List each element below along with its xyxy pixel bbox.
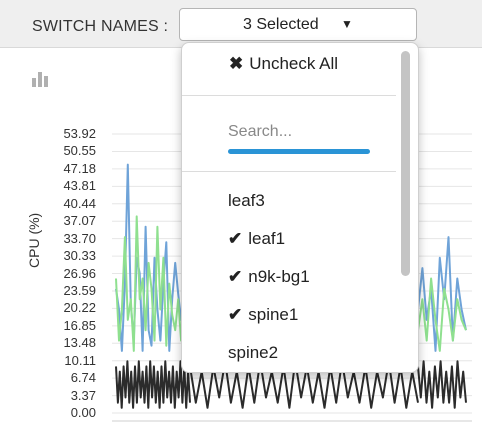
option-label: leaf1 bbox=[248, 229, 286, 248]
search-input[interactable] bbox=[228, 119, 370, 145]
option-label: leaf3 bbox=[228, 191, 265, 210]
option-spine2[interactable]: spine2 bbox=[228, 343, 278, 363]
divider bbox=[182, 95, 396, 96]
dropdown-scrollbar[interactable] bbox=[398, 47, 412, 367]
series-line-black bbox=[417, 360, 467, 409]
divider bbox=[182, 171, 396, 172]
uncheck-all-button[interactable]: ✖ Uncheck All bbox=[229, 54, 338, 74]
uncheck-all-label: Uncheck All bbox=[249, 54, 339, 73]
option-label: n9k-bg1 bbox=[248, 267, 310, 286]
checkmark-icon: ✔ bbox=[228, 305, 243, 324]
search-underline bbox=[228, 149, 370, 154]
option-n9k-bg1[interactable]: ✔ n9k-bg1 bbox=[228, 267, 310, 287]
option-leaf3[interactable]: leaf3 bbox=[228, 191, 265, 211]
option-label: spine2 bbox=[228, 343, 279, 362]
close-icon: ✖ bbox=[229, 54, 244, 73]
checkmark-icon: ✔ bbox=[228, 229, 243, 248]
scrollbar-thumb[interactable] bbox=[401, 51, 410, 276]
option-label: spine1 bbox=[248, 305, 299, 324]
series-line-black bbox=[115, 360, 191, 409]
switch-names-dropdown: ✖ Uncheck All leaf3 ✔ leaf1 ✔ n9k-bg1 ✔ spin… bbox=[181, 42, 419, 373]
option-spine1[interactable]: ✔ spine1 bbox=[228, 305, 298, 325]
option-leaf1[interactable]: ✔ leaf1 bbox=[228, 229, 285, 249]
checkmark-icon: ✔ bbox=[228, 267, 243, 286]
